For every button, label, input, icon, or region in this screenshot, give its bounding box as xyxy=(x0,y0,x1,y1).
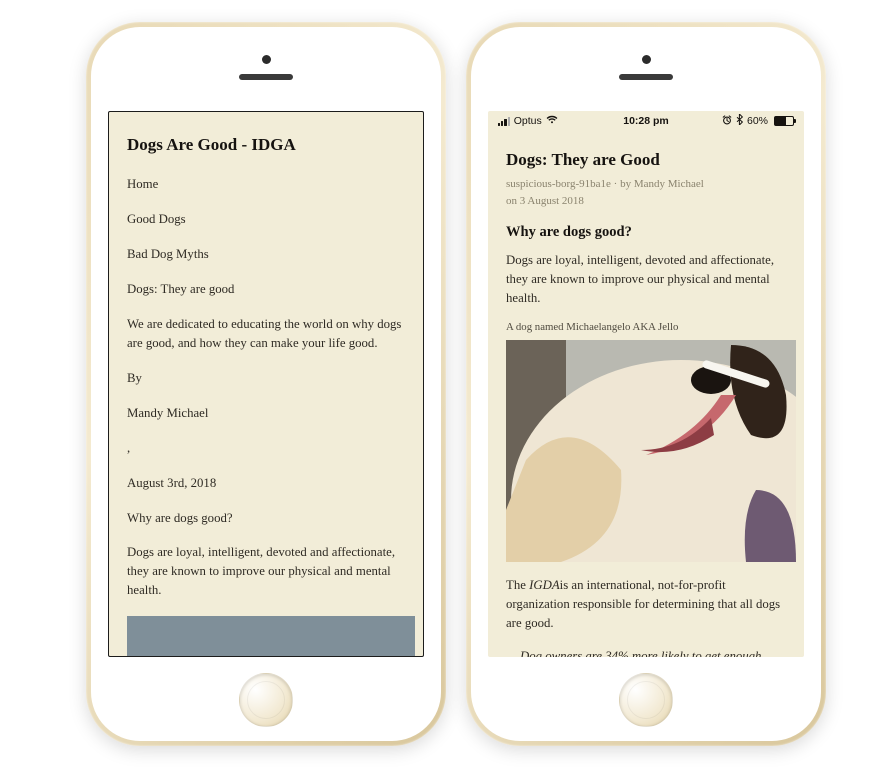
speaker-icon xyxy=(239,74,293,80)
screen-left[interactable]: Dogs Are Good - IDGA Home Good Dogs Bad … xyxy=(108,111,424,657)
nav-item-good-dogs[interactable]: Good Dogs xyxy=(127,210,405,229)
wifi-icon xyxy=(546,115,558,127)
carrier-label: Optus xyxy=(514,115,542,127)
page-title: Dogs Are Good - IDGA xyxy=(127,132,405,157)
camera-icon xyxy=(642,55,651,64)
phone-body-right: Optus 10:28 pm 60% xyxy=(471,27,821,741)
meta-author: by Mandy Michael xyxy=(620,178,704,190)
image-wrap xyxy=(127,616,405,657)
phone-frame-left: Dogs Are Good - IDGA Home Good Dogs Bad … xyxy=(86,22,446,746)
phone-frame-right: Optus 10:28 pm 60% xyxy=(466,22,826,746)
article-title: Dogs: They are Good xyxy=(506,147,786,172)
dog-photo xyxy=(127,616,415,657)
alarm-icon xyxy=(722,115,732,128)
blockquote: Dog owners are 34% more likely to get en… xyxy=(506,647,786,657)
camera-icon xyxy=(262,55,271,64)
article-meta-line1: suspicious-borg-91ba1e · by Mandy Michae… xyxy=(506,176,786,192)
body-paragraph: Dogs are loyal, intelligent, devoted and… xyxy=(127,543,405,600)
para2-lead: The xyxy=(506,578,529,592)
nav-item-home[interactable]: Home xyxy=(127,175,405,194)
article-para-2: The IGDAis an international, not-for-pro… xyxy=(506,576,786,633)
para2-em: IGDA xyxy=(529,578,560,592)
battery-pct-label: 60% xyxy=(747,115,768,127)
image-caption: A dog named Michaelangelo AKA Jello xyxy=(506,320,786,336)
article: Dogs: They are Good suspicious-borg-91ba… xyxy=(488,131,804,657)
dog-photo xyxy=(506,340,796,562)
article-meta-date: on 3 August 2018 xyxy=(506,193,786,209)
article-para-1: Dogs are loyal, intelligent, devoted and… xyxy=(506,251,786,308)
sensor-cluster xyxy=(619,55,673,80)
reader-document: Dogs Are Good - IDGA Home Good Dogs Bad … xyxy=(109,112,423,657)
signal-icon xyxy=(498,117,510,126)
separator-comma: , xyxy=(127,439,405,458)
status-left: Optus xyxy=(498,115,558,127)
nav-item-bad-dog-myths[interactable]: Bad Dog Myths xyxy=(127,245,405,264)
by-label: By xyxy=(127,369,405,388)
article-date: August 3rd, 2018 xyxy=(127,474,405,493)
meta-slug: suspicious-borg-91ba1e xyxy=(506,178,611,190)
sensor-cluster xyxy=(239,55,293,80)
article-heading: Why are dogs good? xyxy=(506,222,786,243)
intro-text: We are dedicated to educating the world … xyxy=(127,315,405,353)
bluetooth-icon xyxy=(736,114,743,128)
home-button[interactable] xyxy=(619,673,673,727)
stage: Dogs Are Good - IDGA Home Good Dogs Bad … xyxy=(0,0,889,768)
status-time: 10:28 pm xyxy=(623,115,669,127)
screen-right[interactable]: Optus 10:28 pm 60% xyxy=(488,111,804,657)
author-name: Mandy Michael xyxy=(127,404,405,423)
battery-icon xyxy=(774,116,794,126)
section-heading: Why are dogs good? xyxy=(127,509,405,528)
status-bar: Optus 10:28 pm 60% xyxy=(488,111,804,131)
home-button[interactable] xyxy=(239,673,293,727)
speaker-icon xyxy=(619,74,673,80)
status-right: 60% xyxy=(722,114,794,128)
nav-item-dogs-they-are-good[interactable]: Dogs: They are good xyxy=(127,280,405,299)
phone-body-left: Dogs Are Good - IDGA Home Good Dogs Bad … xyxy=(91,27,441,741)
